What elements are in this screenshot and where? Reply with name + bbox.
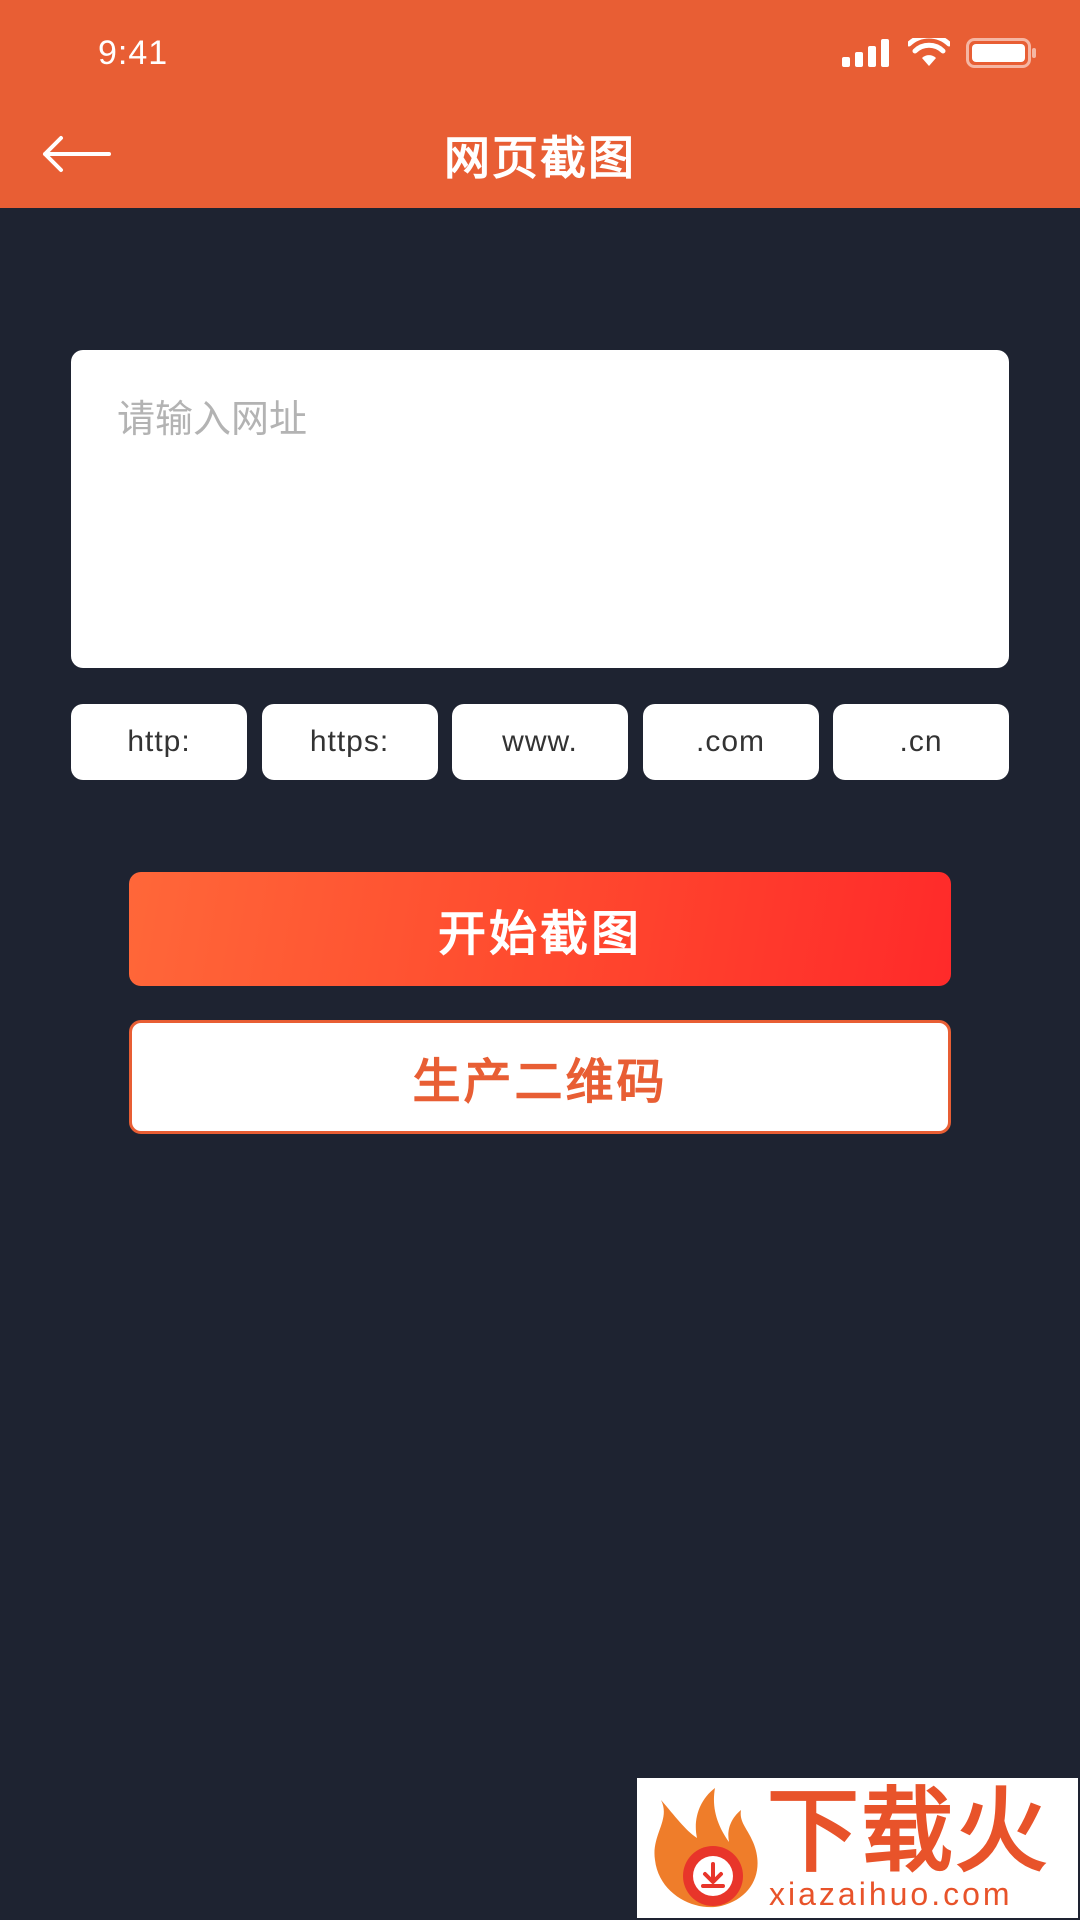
battery-icon	[966, 38, 1036, 68]
url-input[interactable]	[71, 350, 1009, 668]
chip-cn[interactable]: .cn	[833, 704, 1009, 780]
status-icons	[842, 38, 1038, 68]
flame-logo-icon	[654, 1788, 758, 1908]
signal-icon	[842, 39, 889, 67]
page-title: 网页截图	[444, 131, 636, 185]
chip-www[interactable]: www.	[452, 704, 628, 780]
wifi-icon	[908, 38, 950, 66]
generate-qr-button[interactable]: 生产二维码	[129, 1020, 951, 1134]
chip-https[interactable]: https:	[261, 704, 438, 780]
chip-http[interactable]: http:	[71, 704, 247, 780]
watermark-domain: xiazaihuo.com	[769, 1876, 1013, 1912]
status-time: 9:41	[98, 34, 169, 72]
app-header: 9:41 网页截图	[0, 0, 1080, 208]
watermark: 下载火 xiazaihuo.com	[637, 1778, 1078, 1918]
start-screenshot-button[interactable]: 开始截图	[129, 872, 951, 986]
url-chips: http: https: www. .com .cn	[71, 704, 1009, 780]
watermark-text: 下载火	[767, 1778, 1050, 1885]
chip-com[interactable]: .com	[642, 704, 819, 780]
